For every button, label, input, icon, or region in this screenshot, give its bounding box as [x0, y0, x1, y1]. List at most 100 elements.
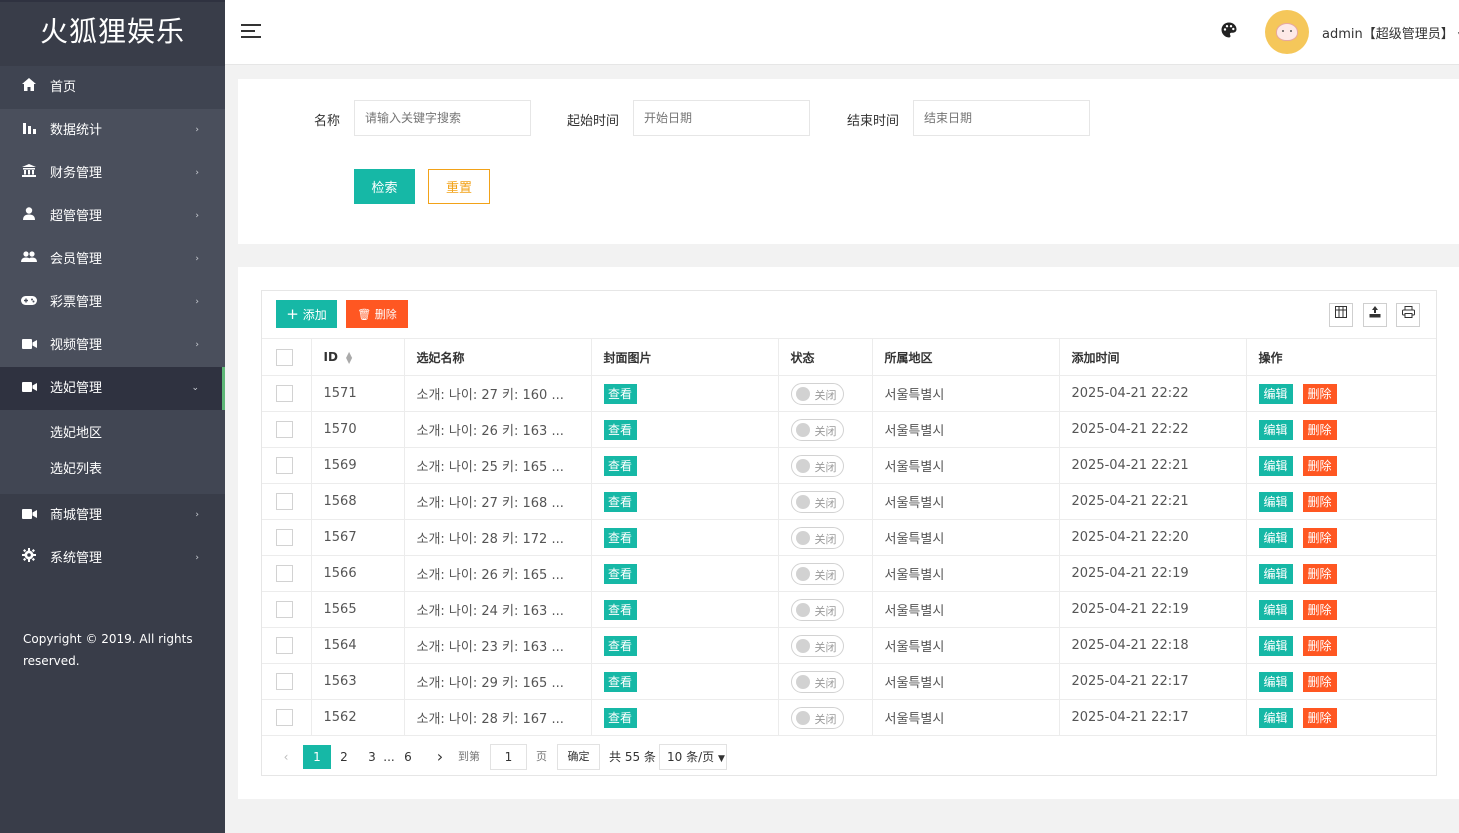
status-toggle[interactable]: 关闭 — [790, 418, 844, 441]
page-size-select[interactable]: 10 条/页 ▼ — [659, 744, 727, 770]
view-cover-button[interactable]: 查看 — [603, 527, 637, 548]
sidebar-subitem-list[interactable]: 选妃列表 — [0, 452, 225, 488]
sidebar-item-home[interactable]: 首页 — [0, 66, 225, 109]
row-checkbox[interactable] — [276, 529, 293, 546]
add-button[interactable]: + 添加 — [276, 300, 337, 328]
delete-button[interactable]: 删除 — [1302, 455, 1337, 476]
page-3[interactable]: 3 — [364, 745, 380, 769]
status-toggle[interactable]: 关闭 — [790, 706, 844, 729]
goto-page-input[interactable]: 1 — [490, 744, 527, 770]
reset-button[interactable]: 重置 — [428, 169, 490, 204]
cell-cover: 查看 — [591, 663, 779, 700]
delete-button[interactable]: 删除 — [1302, 383, 1337, 404]
status-toggle[interactable]: 关闭 — [790, 598, 844, 621]
start-date-input[interactable] — [633, 100, 810, 136]
users-icon — [20, 238, 38, 281]
sidebar-item-shop[interactable]: 商城管理 › — [0, 494, 225, 537]
status-toggle[interactable]: 关闭 — [790, 634, 844, 657]
export-icon[interactable] — [1363, 303, 1387, 327]
view-cover-button[interactable]: 查看 — [603, 707, 637, 728]
status-toggle[interactable]: 关闭 — [790, 382, 844, 405]
status-toggle[interactable]: 关闭 — [790, 670, 844, 693]
status-toggle[interactable]: 关闭 — [790, 562, 844, 585]
row-checkbox[interactable] — [276, 385, 293, 402]
edit-button[interactable]: 编辑 — [1258, 455, 1293, 476]
home-icon — [20, 66, 38, 109]
user-menu[interactable]: admin【超级管理员】 ▼ — [1322, 23, 1459, 42]
cell-region: 서울특별시 — [872, 627, 1060, 664]
column-header-id[interactable]: ID ▲ ▼ — [311, 338, 405, 376]
sidebar-item-admins[interactable]: 超管管理 › — [0, 195, 225, 238]
delete-button[interactable]: 删除 — [1302, 671, 1337, 692]
edit-button[interactable]: 编辑 — [1258, 491, 1293, 512]
view-cover-button[interactable]: 查看 — [603, 419, 637, 440]
menu-toggle-icon[interactable] — [241, 24, 261, 40]
batch-delete-button[interactable]: 🗑 删除 — [346, 300, 408, 328]
delete-button[interactable]: 删除 — [1302, 599, 1337, 620]
view-cover-button[interactable]: 查看 — [603, 671, 637, 692]
select-all-checkbox[interactable] — [276, 348, 293, 366]
columns-filter-icon[interactable] — [1329, 303, 1353, 327]
status-toggle[interactable]: 关闭 — [790, 490, 844, 513]
sidebar-item-statistics[interactable]: 数据统计 › — [0, 109, 225, 152]
view-cover-button[interactable]: 查看 — [603, 455, 637, 476]
sidebar-subitem-region[interactable]: 选妃地区 — [0, 416, 225, 452]
prev-page-icon[interactable]: ‹ — [276, 745, 296, 769]
view-cover-button[interactable]: 查看 — [603, 635, 637, 656]
sidebar-item-selection[interactable]: 选妃管理 ⌄ — [0, 367, 225, 410]
edit-button[interactable]: 编辑 — [1258, 383, 1293, 404]
edit-button[interactable]: 编辑 — [1258, 599, 1293, 620]
next-page-icon[interactable]: › — [430, 745, 450, 769]
view-cover-button[interactable]: 查看 — [603, 383, 637, 404]
row-checkbox[interactable] — [276, 673, 293, 690]
delete-button[interactable]: 删除 — [1302, 491, 1337, 512]
sort-icon[interactable]: ▲ ▼ — [346, 350, 352, 364]
cell-region: 서울특별시 — [872, 483, 1060, 520]
cell-status: 关闭 — [778, 591, 873, 628]
bar-chart-icon — [20, 109, 38, 152]
row-checkbox[interactable] — [276, 565, 293, 582]
row-checkbox[interactable] — [276, 637, 293, 654]
video-icon — [20, 367, 38, 410]
page-current[interactable]: 1 — [303, 745, 331, 769]
edit-button[interactable]: 编辑 — [1258, 563, 1293, 584]
cell-id: 1563 — [311, 663, 405, 700]
row-checkbox[interactable] — [276, 457, 293, 474]
view-cover-button[interactable]: 查看 — [603, 491, 637, 512]
delete-button[interactable]: 删除 — [1302, 635, 1337, 656]
sidebar-item-videos[interactable]: 视频管理 › — [0, 324, 225, 367]
cell-name: 소개: 나이: 27 키: 160 ... — [404, 375, 592, 412]
edit-button[interactable]: 编辑 — [1258, 671, 1293, 692]
row-checkbox[interactable] — [276, 709, 293, 726]
print-icon[interactable] — [1396, 303, 1420, 327]
avatar[interactable] — [1265, 10, 1309, 54]
sidebar-item-finance[interactable]: 财务管理 › — [0, 152, 225, 195]
delete-button[interactable]: 删除 — [1302, 563, 1337, 584]
row-checkbox[interactable] — [276, 493, 293, 510]
status-toggle[interactable]: 关闭 — [790, 454, 844, 477]
end-date-input[interactable] — [913, 100, 1090, 136]
row-checkbox[interactable] — [276, 421, 293, 438]
view-cover-button[interactable]: 查看 — [603, 599, 637, 620]
edit-button[interactable]: 编辑 — [1258, 527, 1293, 548]
status-toggle[interactable]: 关闭 — [790, 526, 844, 549]
sidebar-item-lottery[interactable]: 彩票管理 › — [0, 281, 225, 324]
palette-icon[interactable] — [1221, 22, 1237, 43]
sidebar-item-system[interactable]: 系统管理 › — [0, 537, 225, 580]
view-cover-button[interactable]: 查看 — [603, 563, 637, 584]
edit-button[interactable]: 编辑 — [1258, 707, 1293, 728]
goto-confirm-button[interactable]: 确定 — [557, 744, 600, 770]
edit-button[interactable]: 编辑 — [1258, 419, 1293, 440]
delete-button[interactable]: 删除 — [1302, 707, 1337, 728]
delete-button[interactable]: 删除 — [1302, 527, 1337, 548]
page-2[interactable]: 2 — [336, 745, 352, 769]
search-button[interactable]: 检索 — [354, 169, 415, 204]
name-search-input[interactable] — [354, 100, 531, 136]
sidebar-item-members[interactable]: 会员管理 › — [0, 238, 225, 281]
page-last[interactable]: 6 — [400, 745, 416, 769]
goto-label: 到第 — [458, 750, 480, 763]
row-checkbox[interactable] — [276, 601, 293, 618]
cell-id: 1568 — [311, 483, 405, 520]
delete-button[interactable]: 删除 — [1302, 419, 1337, 440]
edit-button[interactable]: 编辑 — [1258, 635, 1293, 656]
